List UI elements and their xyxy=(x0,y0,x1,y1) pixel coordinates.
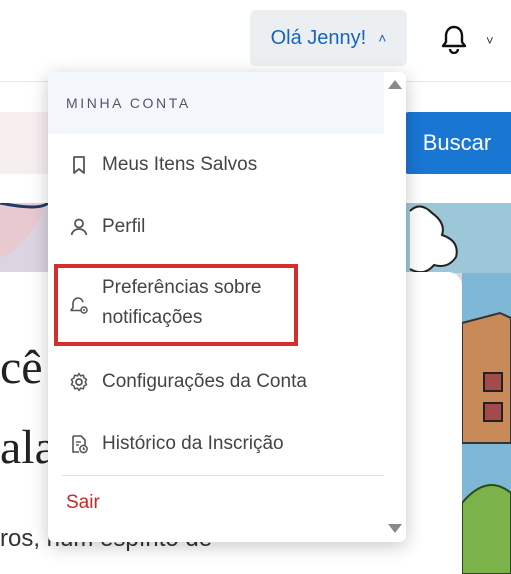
menu-section-title: MINHA CONTA xyxy=(48,72,384,134)
menu-divider xyxy=(62,475,384,476)
gear-icon xyxy=(70,372,88,392)
user-icon xyxy=(70,218,88,236)
bookmark-icon xyxy=(73,156,85,174)
bell-settings-icon xyxy=(70,297,88,314)
menu-item-label: Configurações da Conta xyxy=(102,371,307,392)
menu-item-subscription-history[interactable]: Histórico da Inscrição xyxy=(48,429,384,459)
scroll-down-arrow-icon[interactable] xyxy=(388,524,402,533)
menu-item-saved-items[interactable]: Meus Itens Salvos xyxy=(48,150,384,180)
signout-link[interactable]: Sair xyxy=(66,492,100,514)
menu-item-account-settings[interactable]: Configurações da Conta xyxy=(48,367,384,397)
user-greeting: Olá Jenny! xyxy=(270,26,367,49)
scroll-up-arrow-icon[interactable] xyxy=(388,80,402,89)
account-dropdown-menu: MINHA CONTA Meus Itens Salvos Perfil Pre… xyxy=(48,72,406,542)
menu-item-profile[interactable]: Perfil xyxy=(48,212,384,242)
search-button[interactable]: Buscar xyxy=(403,112,511,174)
hero-title-line1: cê xyxy=(0,341,43,394)
top-bar: Olá Jenny! ˄ ˅ xyxy=(0,0,511,82)
menu-item-label: Meus Itens Salvos xyxy=(102,154,258,175)
bell-icon[interactable] xyxy=(440,24,468,54)
chevron-down-icon[interactable]: ˅ xyxy=(486,33,494,48)
menu-item-label: Histórico da Inscrição xyxy=(102,433,284,454)
history-document-icon xyxy=(72,435,88,454)
user-menu-button[interactable]: Olá Jenny! ˄ xyxy=(250,10,407,66)
menu-item-label: Preferências sobre notificações xyxy=(102,277,262,328)
menu-item-notification-preferences[interactable]: Preferências sobre notificações xyxy=(48,273,384,339)
menu-item-label: Perfil xyxy=(102,216,146,237)
chevron-up-icon: ˄ xyxy=(378,30,387,46)
